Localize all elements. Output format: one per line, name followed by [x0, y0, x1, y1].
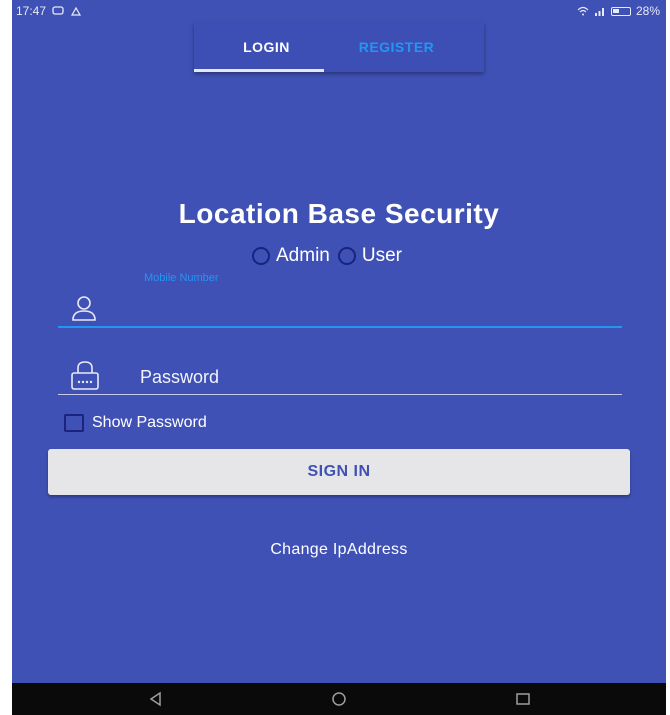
battery-icon — [610, 6, 631, 16]
password-field — [58, 355, 622, 395]
show-password-checkbox[interactable] — [64, 414, 84, 432]
password-underline — [58, 394, 622, 395]
back-icon[interactable] — [147, 690, 165, 708]
show-password-label: Show Password — [92, 414, 207, 431]
wifi-icon — [577, 6, 589, 16]
mobile-number-field — [58, 288, 622, 328]
tab-bar: LOGIN REGISTER — [194, 22, 484, 72]
mobile-underline — [58, 326, 622, 328]
change-ip-address-link[interactable]: Change IpAddress — [12, 541, 666, 559]
tab-register[interactable]: REGISTER — [324, 22, 469, 72]
navigation-bar — [12, 683, 666, 715]
mobile-number-label: Mobile Number — [144, 272, 219, 284]
admin-label: Admin — [276, 245, 330, 266]
role-radio-group: Admin User — [252, 245, 402, 267]
lock-icon — [71, 361, 99, 390]
user-icon — [72, 296, 96, 321]
tab-login[interactable]: LOGIN — [194, 22, 339, 72]
message-icon — [52, 6, 64, 15]
app-screen: 17:47 28% LOGIN REGISTER Location Base S… — [12, 0, 666, 715]
signal-icon — [594, 8, 604, 16]
show-password-toggle[interactable]: Show Password — [64, 414, 207, 432]
home-icon[interactable] — [330, 690, 348, 708]
admin-radio[interactable] — [252, 247, 270, 265]
status-time: 17:47 — [16, 4, 47, 18]
status-bar: 17:47 28% — [12, 0, 666, 22]
user-label: User — [361, 245, 402, 266]
role-admin-option[interactable]: Admin — [252, 245, 330, 267]
page-title: Location Base Security — [178, 198, 500, 229]
active-tab-indicator — [194, 69, 324, 72]
mobile-number-input[interactable] — [114, 294, 608, 322]
user-radio[interactable] — [337, 247, 356, 265]
battery-percent: 28% — [635, 4, 660, 18]
notification-icon — [70, 6, 82, 16]
role-user-option[interactable]: User — [337, 245, 402, 267]
password-input[interactable] — [138, 363, 602, 391]
recents-icon[interactable] — [514, 690, 532, 708]
sign-in-button[interactable]: SIGN IN — [48, 449, 630, 495]
